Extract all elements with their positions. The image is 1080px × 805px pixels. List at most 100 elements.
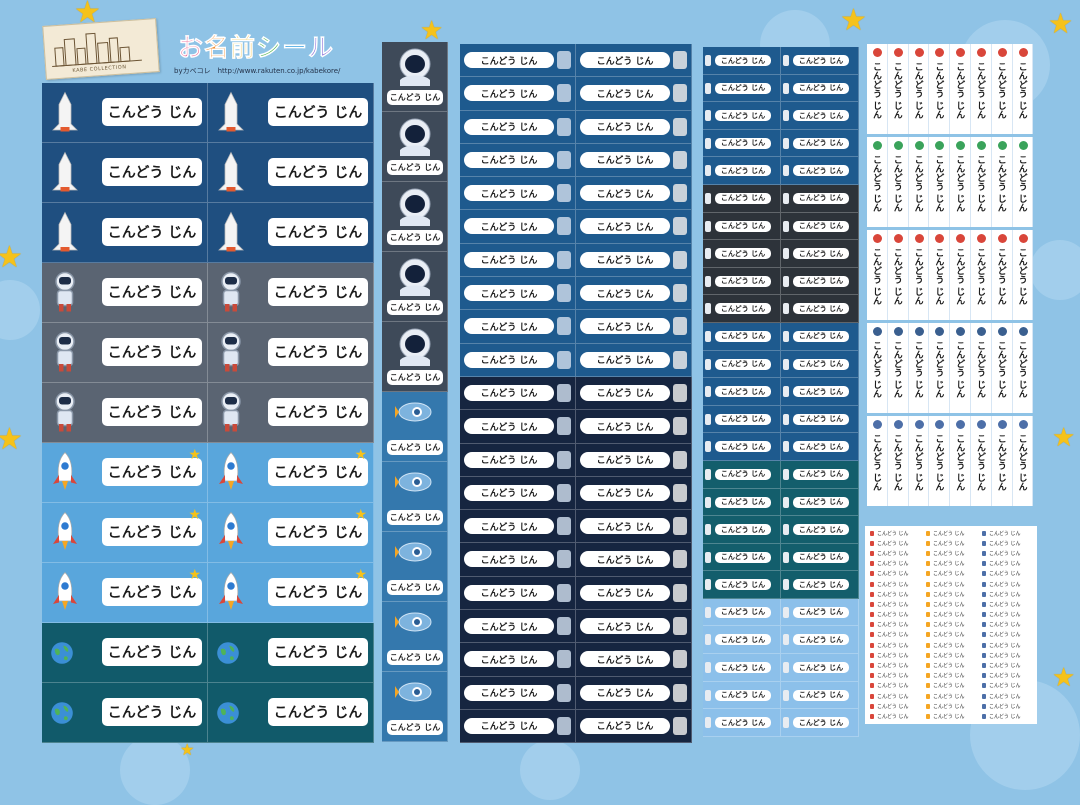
star-icon: ★	[354, 567, 367, 583]
rocket-icon	[870, 540, 874, 546]
rocket-icon	[1018, 48, 1028, 57]
name-sticker-medium: こんどう じん	[576, 443, 692, 477]
name-sticker-tiny: こんどう じん	[979, 579, 1035, 589]
ufo-icon	[982, 550, 986, 556]
rocket-icon	[914, 234, 924, 243]
astronaut-icon	[893, 327, 903, 336]
sticker-name-label: こんどう じん	[793, 82, 849, 94]
sticker-name-label: こんどう じん	[580, 318, 670, 335]
rocket-icon	[783, 551, 789, 563]
name-sticker-tiny: こんどう じん	[867, 671, 923, 681]
name-sticker-small: こんどう じん	[703, 184, 781, 213]
ufo-icon	[982, 581, 986, 587]
name-sticker-large: こんどう じん ★	[42, 503, 208, 563]
name-sticker-vertical: こんどう じん	[887, 44, 909, 134]
name-sticker-medium: こんどう じん	[576, 110, 692, 144]
name-sticker-tiny: こんどう じん	[867, 691, 923, 701]
sticker-name-label: こんどう じん	[793, 192, 849, 204]
name-sticker-tiny: こんどう じん	[867, 640, 923, 650]
sticker-name-label: こんどう じん	[989, 683, 1021, 690]
ufo-icon	[982, 642, 986, 648]
earth-icon	[893, 141, 903, 150]
sticker-name-label: こんどう じん	[877, 550, 909, 557]
rocket-icon	[926, 652, 930, 658]
name-sticker-tiny: こんどう じん	[867, 681, 923, 691]
sticker-name-label: こんどう じん	[580, 285, 670, 302]
ufo-icon	[997, 420, 1007, 429]
sticker-name-label: こんどう じん	[793, 524, 849, 536]
name-sticker-tiny: こんどう じん	[923, 660, 979, 670]
sticker-name-label: こんどう じん	[464, 684, 554, 701]
name-sticker-small: こんどう じん	[781, 350, 859, 379]
sticker-name-label: こんどう じん	[793, 551, 849, 563]
ufo-icon	[557, 250, 571, 269]
astronaut-icon	[50, 331, 80, 377]
star-icon: ★	[0, 422, 23, 457]
name-sticker-small: こんどう じん	[781, 654, 859, 682]
name-sticker-vertical: こんどう じん	[929, 44, 951, 134]
rocket-icon	[783, 358, 789, 370]
rocket-icon	[926, 601, 930, 607]
sticker-name-label: こんどう じん	[974, 341, 985, 399]
name-sticker-tiny: こんどう じん	[923, 711, 979, 721]
name-sticker-medium: こんどう じん	[460, 44, 576, 78]
rocket-icon	[783, 413, 789, 425]
astronaut-helmet-icon	[395, 46, 435, 90]
name-sticker-vertical: こんどう じん	[887, 416, 909, 506]
rocket-icon	[893, 48, 903, 57]
ufo-icon	[982, 612, 986, 618]
rocket-icon	[783, 165, 789, 177]
large-sticker-sheet: こんどう じん こんどう じん こんどう じん こんどう じん こんどう じん こんどう …	[42, 83, 374, 743]
star-icon: ★	[188, 507, 201, 523]
sticker-name-label: こんどう じん	[793, 275, 849, 287]
name-sticker-medium: こんどう じん	[460, 576, 576, 611]
rocket-icon	[705, 165, 711, 177]
name-sticker-helmet: こんどう じん	[382, 532, 448, 602]
name-sticker-tiny: こんどう じん	[867, 610, 923, 620]
rocket-icon	[870, 571, 874, 577]
sticker-name-label: こんどう じん	[464, 451, 554, 468]
telescope-icon	[673, 583, 687, 602]
rocket-icon	[870, 550, 874, 556]
ufo-icon	[557, 350, 571, 369]
name-sticker-small: こんどう じん	[703, 598, 781, 627]
rocket-icon	[783, 496, 789, 508]
sticker-name-label: こんどう じん	[387, 230, 443, 245]
name-sticker-small: こんどう じん	[703, 543, 781, 572]
rocket-icon	[1018, 234, 1028, 243]
sticker-name-label: こんどう じん	[877, 673, 909, 680]
star-icon: ★	[840, 3, 867, 38]
ufo-icon	[982, 663, 986, 669]
title-char: シ	[256, 33, 283, 63]
satellite-icon	[673, 284, 687, 303]
astronaut-icon	[956, 327, 966, 336]
rocket-icon	[705, 275, 711, 287]
sticker-name-label: こんどう じん	[580, 251, 670, 268]
name-sticker-small: こんどう じん	[703, 102, 781, 130]
sticker-name-label: こんどう じん	[268, 338, 368, 366]
name-sticker-small: こんどう じん	[703, 460, 781, 489]
ufo-icon	[557, 317, 571, 336]
name-sticker-large: こんどう じん	[208, 323, 374, 383]
sticker-name-label: こんどう じん	[793, 441, 849, 453]
satellite-icon	[673, 350, 687, 369]
space-shuttle-icon	[216, 91, 246, 137]
astronaut-helmet-icon	[395, 326, 435, 370]
name-sticker-medium: こんどう じん	[576, 410, 692, 444]
sticker-name-label: こんどう じん	[715, 662, 771, 674]
sticker-name-label: こんどう じん	[1016, 62, 1027, 120]
sticker-name-label: こんどう じん	[933, 62, 944, 120]
sticker-name-label: こんどう じん	[580, 717, 670, 734]
sticker-name-label: こんどう じん	[387, 300, 443, 315]
spaceship-icon	[395, 396, 435, 432]
name-sticker-small: こんどう じん	[703, 267, 781, 296]
astronaut-icon	[1018, 327, 1028, 336]
sticker-name-label: こんどう じん	[793, 330, 849, 342]
sticker-name-label: こんどう じん	[877, 652, 909, 659]
sticker-name-label: こんどう じん	[580, 351, 670, 368]
sticker-name-label: こんどう じん	[989, 601, 1021, 608]
name-sticker-tiny: こんどう じん	[867, 589, 923, 599]
earth-icon	[1018, 141, 1028, 150]
rocket-icon	[705, 634, 711, 646]
rocket-icon	[783, 303, 789, 315]
